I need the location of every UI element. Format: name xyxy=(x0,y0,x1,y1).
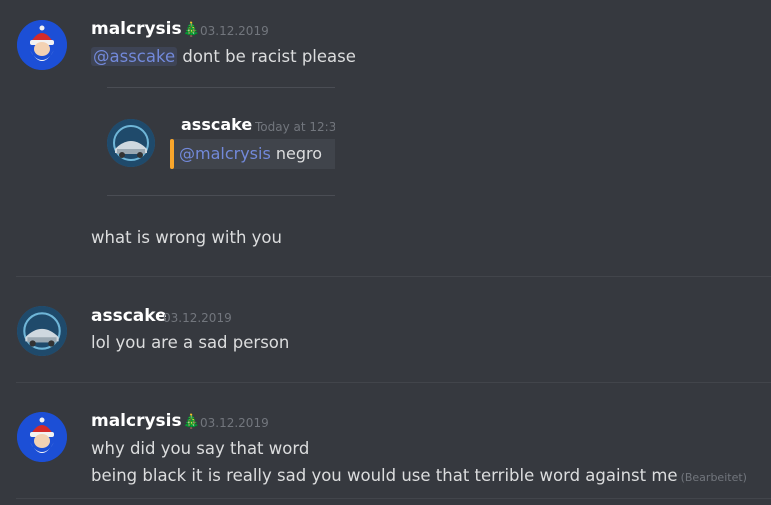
message-text: dont be racist please xyxy=(177,47,356,66)
user-avatar[interactable] xyxy=(17,20,67,70)
tree-emoji-icon: 🎄 xyxy=(182,22,201,38)
message-content: what is wrong with you xyxy=(91,228,282,247)
message-divider xyxy=(16,382,771,383)
message-author[interactable]: malcrysis🎄 xyxy=(91,19,200,39)
user-avatar[interactable] xyxy=(17,412,67,462)
santa-avatar-icon xyxy=(17,20,67,70)
embed-timestamp: Today at 12:3 xyxy=(255,120,335,134)
message-content: lol you are a sad person xyxy=(91,333,290,352)
message-timestamp: 03.12.2019 xyxy=(163,311,232,325)
santa-avatar-icon xyxy=(17,412,67,462)
message-text: being black it is really sad you would u… xyxy=(91,466,678,485)
user-avatar[interactable] xyxy=(17,306,67,356)
embed-content: @malcrysis negro xyxy=(179,144,322,163)
embed-text: negro xyxy=(270,144,323,163)
embed-avatar xyxy=(107,119,155,167)
message-timestamp: 03.12.2019 xyxy=(200,24,269,38)
embed-accent-bar xyxy=(170,139,174,169)
tree-emoji-icon: 🎄 xyxy=(182,414,201,430)
car-avatar-icon xyxy=(107,119,155,167)
message-timestamp: 03.12.2019 xyxy=(200,416,269,430)
embed-divider xyxy=(107,195,335,196)
message-content: being black it is really sad you would u… xyxy=(91,466,747,485)
message-author[interactable]: asscake xyxy=(91,306,167,326)
user-mention[interactable]: @asscake xyxy=(91,47,178,66)
message-divider xyxy=(16,276,771,277)
message-divider xyxy=(16,498,771,499)
message-content: why did you say that word xyxy=(91,439,310,458)
embed-author[interactable]: asscake xyxy=(181,115,252,134)
message-author[interactable]: malcrysis🎄 xyxy=(91,411,200,431)
user-mention[interactable]: @malcrysis xyxy=(179,144,271,163)
car-avatar-icon xyxy=(17,306,67,356)
edited-label: (Bearbeitet) xyxy=(680,471,747,484)
embed-divider xyxy=(107,87,335,88)
quoted-message-embed: asscake Today at 12:3 @malcrysis negro xyxy=(107,87,335,197)
message-content: @asscake dont be racist please xyxy=(91,47,356,66)
